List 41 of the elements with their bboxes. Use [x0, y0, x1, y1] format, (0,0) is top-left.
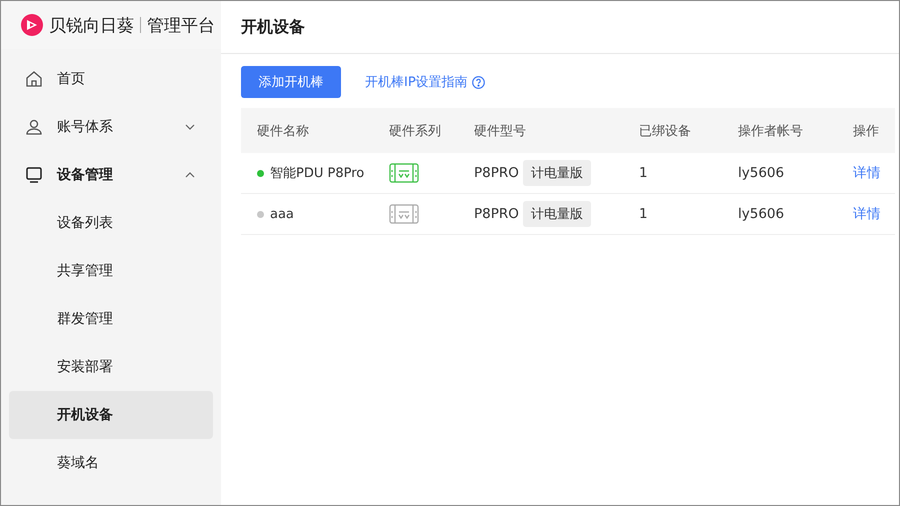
chevron-icon: [185, 124, 195, 130]
model-cell: P8PRO: [474, 206, 519, 222]
details-link[interactable]: 详情: [853, 164, 895, 182]
details-link[interactable]: 详情: [853, 205, 895, 223]
bound-count: 1: [639, 165, 649, 181]
bound-count: 1: [639, 206, 649, 222]
product-name: 管理平台: [147, 14, 215, 36]
chevron-icon: [185, 172, 195, 178]
operator-cell-text: ly5606: [738, 206, 786, 222]
sidebar-subitem[interactable]: 设备列表: [9, 199, 213, 247]
device-strip-icon: [389, 163, 419, 183]
logo-icon: [21, 14, 43, 36]
sidebar-subitem[interactable]: 群发管理: [9, 295, 213, 343]
sidebar-item[interactable]: 账号体系: [9, 103, 213, 151]
edition-tag: 计电量版: [522, 201, 591, 227]
sidebar-subitem[interactable]: 安装部署: [9, 343, 213, 391]
column-header: 硬件名称: [257, 122, 310, 140]
sidebar-item[interactable]: 首页: [9, 55, 213, 103]
device-name: 智能PDU P8Pro: [257, 164, 389, 182]
home-icon: [25, 70, 43, 88]
column-header: 硬件型号: [474, 122, 527, 140]
device-strip-icon: [389, 204, 419, 224]
column-header: 操作: [853, 122, 880, 140]
guide-link[interactable]: 开机棒IP设置指南: [365, 73, 485, 91]
column-header: 操作者帐号: [738, 122, 804, 140]
column-header: 硬件系列: [389, 122, 442, 140]
device-name: aaa: [257, 206, 389, 222]
sidebar-subitem[interactable]: 共享管理: [9, 247, 213, 295]
model-cell: P8PRO: [474, 165, 519, 181]
brand-name: 贝锐向日葵: [49, 14, 134, 36]
sidebar-item[interactable]: 设备管理: [9, 151, 213, 199]
help-icon: [472, 76, 485, 88]
add-button[interactable]: 添加开机棒: [241, 66, 341, 98]
sidebar-subitem[interactable]: 开机设备: [9, 391, 213, 439]
page-title: 开机设备: [221, 1, 899, 54]
monitor-icon: [25, 166, 43, 184]
user-icon: [25, 118, 43, 136]
sidebar-subitem[interactable]: 葵域名: [9, 439, 213, 487]
column-header: 已绑设备: [639, 122, 692, 140]
operator-cell-text: ly5606: [738, 165, 786, 181]
edition-tag: 计电量版: [522, 160, 591, 186]
